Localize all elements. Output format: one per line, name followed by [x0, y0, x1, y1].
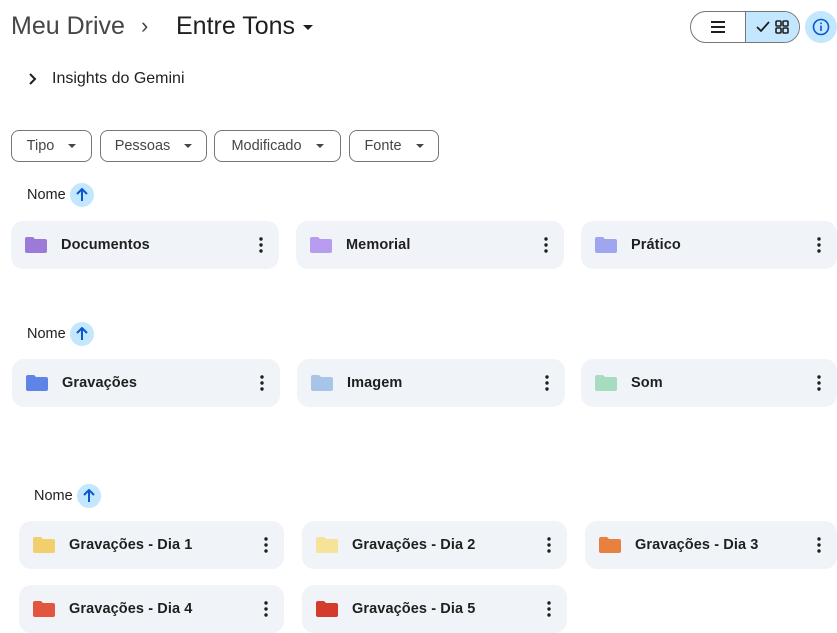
more-options-button[interactable]: [535, 371, 559, 395]
filter-people-chip[interactable]: Pessoas: [100, 130, 207, 162]
folder-icon: [25, 237, 47, 253]
filter-label: Modificado: [231, 138, 302, 154]
list-icon: [710, 21, 725, 33]
arrow-up-icon: [82, 489, 95, 502]
caret-down-icon: [68, 144, 77, 148]
sort-label: Nome: [34, 488, 73, 504]
more-options-button[interactable]: [254, 597, 278, 621]
more-vert-icon: [264, 537, 268, 553]
breadcrumb-root[interactable]: Meu Drive: [11, 10, 125, 42]
filter-label: Pessoas: [114, 138, 171, 154]
folder-card[interactable]: Som: [581, 359, 837, 407]
more-vert-icon: [544, 237, 548, 253]
folder-card[interactable]: Imagem: [297, 359, 565, 407]
folder-card[interactable]: Gravações - Dia 5: [302, 585, 567, 633]
folder-icon: [316, 537, 338, 553]
caret-down-icon: [415, 144, 424, 148]
sort-label: Nome: [27, 187, 66, 203]
grid-view-button[interactable]: [744, 12, 799, 42]
more-vert-icon: [817, 375, 821, 391]
more-vert-icon: [264, 601, 268, 617]
grid-icon: [774, 20, 789, 34]
filter-modified-chip[interactable]: Modificado: [214, 130, 341, 162]
more-vert-icon: [817, 537, 821, 553]
arrow-up-icon: [75, 188, 88, 201]
more-options-button[interactable]: [254, 533, 278, 557]
folder-name: Gravações - Dia 4: [69, 601, 193, 617]
folder-card[interactable]: Documentos: [11, 221, 279, 269]
folder-name: Gravações - Dia 2: [352, 537, 476, 553]
sort-by-name: Nome: [27, 183, 94, 207]
folder-name: Gravações - Dia 3: [635, 537, 759, 553]
more-options-button[interactable]: [807, 533, 831, 557]
folder-card[interactable]: Gravações - Dia 4: [19, 585, 284, 633]
more-vert-icon: [817, 237, 821, 253]
more-vert-icon: [547, 537, 551, 553]
folder-name: Memorial: [346, 237, 411, 253]
view-toggle: [690, 11, 800, 43]
folder-icon: [33, 537, 55, 553]
filter-label: Tipo: [26, 138, 55, 154]
more-options-button[interactable]: [807, 233, 831, 257]
sort-by-name: Nome: [34, 484, 101, 508]
folder-name: Prático: [631, 237, 681, 253]
folder-icon: [595, 237, 617, 253]
breadcrumb-current-folder[interactable]: Entre Tons: [176, 10, 314, 42]
check-icon: [756, 21, 770, 33]
filter-type-chip[interactable]: Tipo: [11, 130, 92, 162]
filter-label: Fonte: [364, 138, 402, 154]
caret-down-icon: [184, 144, 193, 148]
folder-icon: [599, 537, 621, 553]
folder-icon: [316, 601, 338, 617]
caret-down-icon: [315, 144, 324, 148]
sort-by-name: Nome: [27, 322, 94, 346]
more-vert-icon: [260, 375, 264, 391]
folder-name: Documentos: [61, 237, 150, 253]
filter-source-chip[interactable]: Fonte: [349, 130, 439, 162]
breadcrumb-current-label: Entre Tons: [176, 12, 296, 40]
sort-direction-button[interactable]: [76, 484, 101, 508]
more-vert-icon: [547, 601, 551, 617]
more-vert-icon: [545, 375, 549, 391]
folder-icon: [311, 375, 333, 391]
insights-label: Insights do Gemini: [52, 70, 185, 87]
more-options-button[interactable]: [250, 371, 274, 395]
insights-toggle[interactable]: Insights do Gemini: [28, 70, 185, 88]
folder-card[interactable]: Memorial: [296, 221, 564, 269]
folder-name: Gravações - Dia 5: [352, 601, 476, 617]
folder-icon: [595, 375, 617, 391]
folder-card[interactable]: Gravações - Dia 3: [585, 521, 837, 569]
folder-name: Imagem: [347, 375, 403, 391]
sort-label: Nome: [27, 326, 66, 342]
info-icon: [812, 18, 830, 36]
sort-direction-button[interactable]: [69, 183, 94, 207]
more-options-button[interactable]: [537, 597, 561, 621]
folder-card[interactable]: Gravações - Dia 2: [302, 521, 567, 569]
more-options-button[interactable]: [807, 371, 831, 395]
list-view-button[interactable]: [691, 12, 745, 42]
more-options-button[interactable]: [249, 233, 273, 257]
folder-card[interactable]: Prático: [581, 221, 837, 269]
breadcrumb-separator: ›: [141, 13, 149, 38]
arrow-up-icon: [75, 327, 88, 340]
folder-icon: [26, 375, 48, 391]
more-vert-icon: [259, 237, 263, 253]
sort-direction-button[interactable]: [69, 322, 94, 346]
folder-card[interactable]: Gravações - Dia 1: [19, 521, 284, 569]
caret-down-icon: [303, 25, 314, 30]
folder-icon: [310, 237, 332, 253]
folder-name: Gravações: [62, 375, 138, 391]
folder-icon: [33, 601, 55, 617]
chevron-right-icon: [29, 73, 37, 85]
more-options-button[interactable]: [537, 533, 561, 557]
folder-card[interactable]: Gravações: [12, 359, 280, 407]
details-button[interactable]: [805, 11, 837, 43]
folder-name: Som: [631, 375, 663, 391]
more-options-button[interactable]: [534, 233, 558, 257]
folder-name: Gravações - Dia 1: [69, 537, 193, 553]
